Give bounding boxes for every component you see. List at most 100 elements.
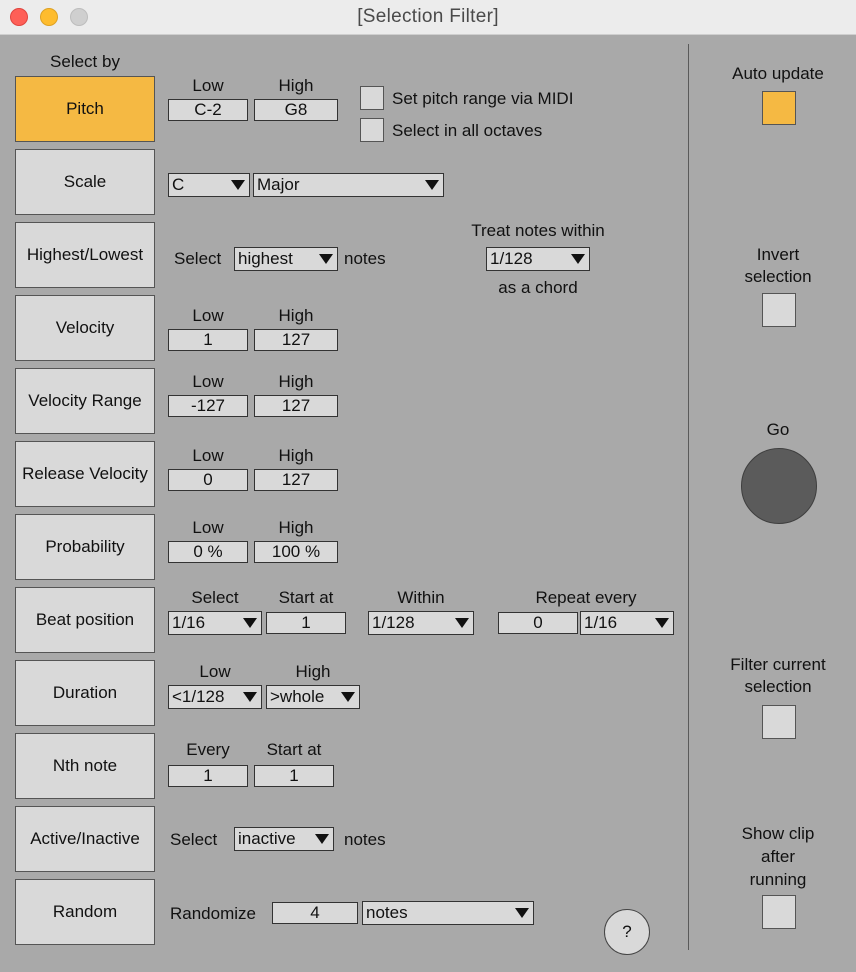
scale-root-value: C bbox=[172, 175, 185, 194]
mode-duration-button[interactable]: Duration bbox=[15, 660, 155, 726]
chord-window-value: 1/128 bbox=[490, 249, 533, 268]
duration-low-dropdown[interactable]: <1/128 bbox=[168, 685, 262, 709]
chevron-down-icon bbox=[341, 692, 355, 702]
release-velocity-high-label: High bbox=[278, 446, 314, 465]
show-clip-label: Show clip after running bbox=[741, 824, 815, 889]
active-inactive-dropdown[interactable]: inactive bbox=[234, 827, 334, 851]
active-notes-label: notes bbox=[344, 830, 386, 849]
set-pitch-midi-label: Set pitch range via MIDI bbox=[392, 89, 574, 108]
active-inactive-value: inactive bbox=[238, 829, 296, 848]
help-button[interactable]: ? bbox=[604, 909, 650, 955]
auto-update-label: Auto update bbox=[732, 64, 824, 83]
select-by-label: Select by bbox=[50, 52, 120, 71]
velocity-low-field[interactable]: 1 bbox=[168, 329, 248, 351]
as-a-chord-label: as a chord bbox=[498, 278, 578, 297]
show-clip-toggle[interactable] bbox=[762, 895, 796, 929]
chevron-down-icon bbox=[425, 180, 439, 190]
beat-start-at-label: Start at bbox=[278, 588, 334, 607]
chevron-down-icon bbox=[455, 618, 469, 628]
mode-active-inactive-button[interactable]: Active/Inactive bbox=[15, 806, 155, 872]
beat-within-dropdown[interactable]: 1/128 bbox=[368, 611, 474, 635]
mode-pitch-button[interactable]: Pitch bbox=[15, 76, 155, 142]
pitch-low-field[interactable]: C-2 bbox=[168, 99, 248, 121]
chevron-down-icon bbox=[243, 618, 257, 628]
set-pitch-midi-checkbox[interactable] bbox=[360, 86, 384, 110]
go-button[interactable] bbox=[741, 448, 817, 524]
velocity-high-label: High bbox=[278, 306, 314, 325]
beat-repeat-every-label: Repeat every bbox=[535, 588, 637, 607]
treat-notes-within-label: Treat notes within bbox=[471, 221, 605, 240]
release-velocity-low-field[interactable]: 0 bbox=[168, 469, 248, 491]
chevron-down-icon bbox=[319, 254, 333, 264]
auto-update-toggle[interactable] bbox=[762, 91, 796, 125]
random-count-field[interactable]: 4 bbox=[272, 902, 358, 924]
beat-select-value: 1/16 bbox=[172, 613, 206, 632]
chevron-down-icon bbox=[655, 618, 669, 628]
duration-high-dropdown[interactable]: >whole bbox=[266, 685, 360, 709]
duration-high-value: >whole bbox=[270, 687, 325, 706]
highest-notes-label: notes bbox=[344, 249, 386, 268]
chevron-down-icon bbox=[515, 908, 529, 918]
mode-velocity-button[interactable]: Velocity bbox=[15, 295, 155, 361]
go-label: Go bbox=[766, 420, 790, 439]
probability-low-field[interactable]: 0 % bbox=[168, 541, 248, 563]
mode-probability-button[interactable]: Probability bbox=[15, 514, 155, 580]
chevron-down-icon bbox=[315, 834, 329, 844]
nth-every-label: Every bbox=[186, 740, 230, 759]
select-all-octaves-label: Select in all octaves bbox=[392, 121, 543, 140]
select-all-octaves-checkbox[interactable] bbox=[360, 118, 384, 142]
nth-start-at-label: Start at bbox=[266, 740, 322, 759]
beat-repeat-unit-dropdown[interactable]: 1/16 bbox=[580, 611, 674, 635]
active-select-label: Select bbox=[170, 830, 218, 849]
beat-within-value: 1/128 bbox=[372, 613, 415, 632]
release-velocity-high-field[interactable]: 127 bbox=[254, 469, 338, 491]
probability-high-label: High bbox=[278, 518, 314, 537]
release-velocity-low-label: Low bbox=[192, 446, 224, 465]
mode-random-button[interactable]: Random bbox=[15, 879, 155, 945]
scale-mode-dropdown[interactable]: Major bbox=[253, 173, 444, 197]
probability-high-field[interactable]: 100 % bbox=[254, 541, 338, 563]
duration-low-value: <1/128 bbox=[172, 687, 225, 706]
duration-low-label: Low bbox=[199, 662, 231, 681]
pitch-low-label: Low bbox=[192, 76, 224, 95]
chevron-down-icon bbox=[243, 692, 257, 702]
nth-start-at-field[interactable]: 1 bbox=[254, 765, 334, 787]
mode-scale-button[interactable]: Scale bbox=[15, 149, 155, 215]
mode-highest-lowest-button[interactable]: Highest/Lowest bbox=[15, 222, 155, 288]
mode-beat-position-button[interactable]: Beat position bbox=[15, 587, 155, 653]
invert-selection-label: Invert selection bbox=[744, 245, 812, 286]
highest-lowest-dropdown[interactable]: highest bbox=[234, 247, 338, 271]
velocity-range-low-field[interactable]: -127 bbox=[168, 395, 248, 417]
nth-every-field[interactable]: 1 bbox=[168, 765, 248, 787]
mode-velocity-range-button[interactable]: Velocity Range bbox=[15, 368, 155, 434]
velocity-range-low-label: Low bbox=[192, 372, 224, 391]
pitch-high-field[interactable]: G8 bbox=[254, 99, 338, 121]
scale-mode-value: Major bbox=[257, 175, 300, 194]
highest-select-label: Select bbox=[174, 249, 222, 268]
beat-select-label: Select bbox=[191, 588, 239, 607]
filter-current-selection-toggle[interactable] bbox=[762, 705, 796, 739]
mode-release-velocity-button[interactable]: Release Velocity bbox=[15, 441, 155, 507]
chevron-down-icon bbox=[231, 180, 245, 190]
beat-repeat-count-field[interactable]: 0 bbox=[498, 612, 578, 634]
filter-current-selection-label: Filter current selection bbox=[730, 655, 826, 696]
velocity-high-field[interactable]: 127 bbox=[254, 329, 338, 351]
window-title: [Selection Filter] bbox=[357, 6, 499, 27]
scale-root-dropdown[interactable]: C bbox=[168, 173, 250, 197]
selection-filter-window: [Selection Filter] Select by Pitch Scale… bbox=[0, 0, 856, 972]
random-unit-dropdown[interactable]: notes bbox=[362, 901, 534, 925]
velocity-range-high-field[interactable]: 127 bbox=[254, 395, 338, 417]
beat-select-dropdown[interactable]: 1/16 bbox=[168, 611, 262, 635]
highest-lowest-value: highest bbox=[238, 249, 293, 268]
beat-repeat-unit-value: 1/16 bbox=[584, 613, 618, 632]
duration-high-label: High bbox=[295, 662, 331, 681]
beat-within-label: Within bbox=[397, 588, 445, 607]
mode-nth-note-button[interactable]: Nth note bbox=[15, 733, 155, 799]
velocity-range-high-label: High bbox=[278, 372, 314, 391]
random-unit-value: notes bbox=[366, 903, 408, 922]
chord-window-dropdown[interactable]: 1/128 bbox=[486, 247, 590, 271]
invert-selection-toggle[interactable] bbox=[762, 293, 796, 327]
probability-low-label: Low bbox=[192, 518, 224, 537]
title-bar: [Selection Filter] bbox=[0, 0, 856, 35]
beat-start-at-field[interactable]: 1 bbox=[266, 612, 346, 634]
